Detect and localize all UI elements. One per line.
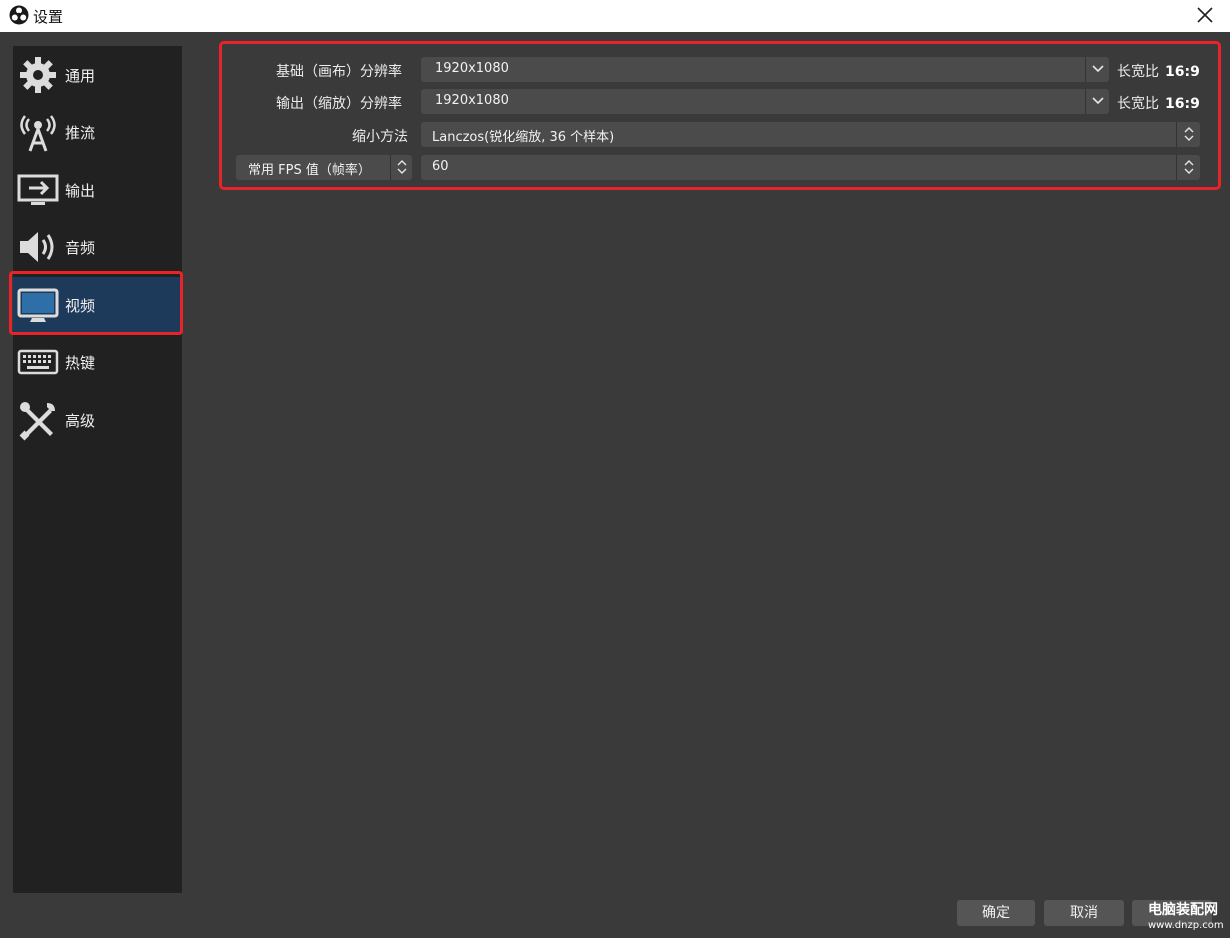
sidebar-item-label: 高级 — [65, 412, 96, 430]
settings-sidebar: 通用 推流 输出 音频 视频 热键 高级 — [13, 46, 182, 893]
sidebar-item-advanced[interactable]: 高级 — [13, 392, 182, 448]
output-aspect-label: 长宽比 — [1117, 96, 1159, 112]
sidebar-item-general[interactable]: 通用 — [13, 47, 182, 103]
title-bar: 设置 — [0, 0, 1230, 32]
keyboard-icon — [17, 349, 59, 375]
base-resolution-value: 1920x1080 — [435, 61, 509, 76]
speaker-icon — [20, 232, 54, 262]
downscale-filter-label: 缩小方法 — [352, 129, 408, 145]
output-resolution-dropdown-button[interactable] — [1085, 89, 1109, 114]
fps-value-spin-button[interactable] — [1176, 155, 1200, 180]
sidebar-item-label: 视频 — [65, 297, 96, 315]
output-monitor-icon — [17, 174, 59, 205]
fps-type-select[interactable]: 常用 FPS 值（帧率） — [236, 155, 412, 180]
window-title: 设置 — [33, 8, 64, 26]
base-resolution-combobox[interactable]: 1920x1080 — [421, 57, 1109, 82]
base-aspect-label: 长宽比 — [1117, 64, 1159, 80]
watermark: 电脑装配网 www.dnzp.com — [1148, 899, 1230, 938]
cancel-button[interactable]: 取消 — [1044, 900, 1124, 926]
sidebar-item-label: 热键 — [65, 354, 96, 372]
fps-value: 60 — [432, 159, 449, 174]
fps-type-spin-button[interactable] — [390, 155, 412, 180]
sidebar-item-label: 通用 — [65, 67, 96, 85]
sidebar-item-output[interactable]: 输出 — [13, 162, 182, 218]
obs-logo-icon — [9, 5, 29, 25]
base-resolution-dropdown-button[interactable] — [1085, 57, 1109, 82]
downscale-filter-select[interactable]: Lanczos(锐化缩放, 36 个样本) — [421, 122, 1200, 147]
sidebar-item-label: 音频 — [65, 239, 96, 257]
sidebar-item-hotkeys[interactable]: 热键 — [13, 334, 182, 390]
watermark-url: www.dnzp.com — [1148, 920, 1224, 931]
output-resolution-value: 1920x1080 — [435, 93, 509, 108]
up-down-chevron-icon — [1184, 160, 1194, 174]
base-aspect-value: 16:9 — [1165, 64, 1200, 80]
up-down-chevron-icon — [397, 160, 407, 174]
base-aspect-ratio: 长宽比 16:9 — [1117, 61, 1200, 81]
base-resolution-label: 基础（画布）分辨率 — [276, 64, 402, 80]
output-aspect-ratio: 长宽比 16:9 — [1117, 93, 1200, 113]
output-aspect-value: 16:9 — [1165, 96, 1200, 112]
tools-icon — [19, 402, 55, 441]
gear-icon — [20, 57, 56, 93]
watermark-title: 电脑装配网 — [1148, 902, 1218, 918]
sidebar-item-label: 推流 — [65, 124, 96, 142]
sidebar-item-audio[interactable]: 音频 — [13, 219, 182, 275]
fps-value-select[interactable]: 60 — [421, 155, 1200, 180]
fps-type-value: 常用 FPS 值（帧率） — [248, 163, 371, 178]
output-resolution-combobox[interactable]: 1920x1080 — [421, 89, 1109, 114]
sidebar-item-video[interactable]: 视频 — [13, 277, 182, 333]
output-resolution-label: 输出（缩放）分辨率 — [276, 96, 402, 112]
antenna-icon — [20, 115, 56, 152]
up-down-chevron-icon — [1184, 127, 1194, 141]
downscale-filter-value: Lanczos(锐化缩放, 36 个样本) — [432, 130, 615, 145]
chevron-down-icon — [1092, 97, 1104, 105]
sidebar-item-label: 输出 — [65, 182, 96, 200]
chevron-down-icon — [1092, 65, 1104, 73]
close-icon — [1197, 7, 1213, 23]
close-button[interactable] — [1192, 2, 1218, 28]
downscale-filter-spin-button[interactable] — [1176, 122, 1200, 147]
ok-button[interactable]: 确定 — [957, 900, 1035, 926]
monitor-icon — [17, 288, 59, 322]
sidebar-item-stream[interactable]: 推流 — [13, 104, 182, 160]
